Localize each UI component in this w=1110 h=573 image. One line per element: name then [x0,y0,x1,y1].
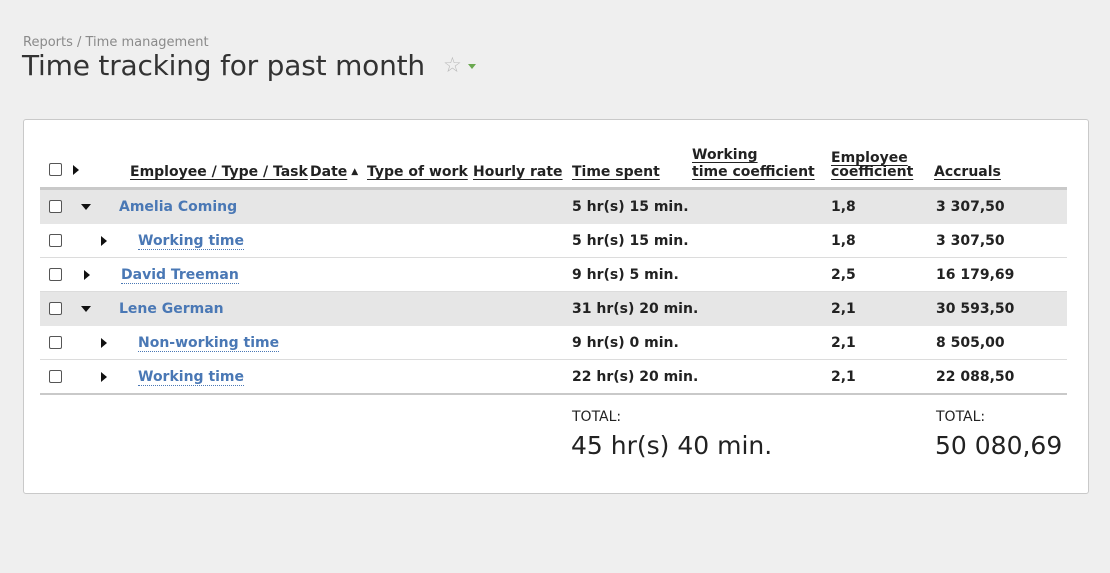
table-header: Employee / Type / Task Date ▲ Type of wor… [40,146,1067,190]
column-type-of-work[interactable]: Type of work [367,164,468,180]
report-table: Employee / Type / Task Date ▲ Type of wor… [40,146,1067,475]
column-working-coefficient-line1[interactable]: Working [692,147,758,163]
column-date[interactable]: Date ▲ [310,164,358,180]
accruals-cell: 16 179,69 [936,267,1015,283]
employee-link[interactable]: David Treeman [121,267,239,284]
column-employee-coefficient-line2[interactable]: coefficient [831,164,913,180]
time-spent-cell: 5 hr(s) 15 min. [572,199,689,215]
time-spent-cell: 5 hr(s) 15 min. [572,233,689,249]
employee-link[interactable]: Lene German [119,301,224,317]
table-row: Working time 22 hr(s) 20 min. 2,1 22 088… [40,360,1067,393]
expand-icon[interactable] [84,270,90,280]
column-hourly-rate[interactable]: Hourly rate [473,164,563,180]
accruals-cell: 30 593,50 [936,301,1015,317]
sort-ascending-icon: ▲ [351,167,359,177]
employee-link[interactable]: Amelia Coming [119,199,237,215]
collapse-icon[interactable] [81,306,91,312]
work-type-link[interactable]: Working time [138,369,245,386]
expand-all-icon[interactable] [73,165,79,175]
totals-row: TOTAL: 45 hr(s) 40 min. TOTAL: 50 080,69 [40,395,1067,475]
table-row: Lene German 31 hr(s) 20 min. 2,1 30 593,… [40,292,1067,326]
row-checkbox[interactable] [49,302,62,315]
expand-icon[interactable] [101,372,107,382]
time-total-value: 45 hr(s) 40 min. [571,431,773,460]
expand-icon[interactable] [101,338,107,348]
accruals-cell: 3 307,50 [936,233,1005,249]
column-time-spent[interactable]: Time spent [572,164,660,180]
accruals-cell: 22 088,50 [936,369,1015,385]
time-total-label: TOTAL: [572,409,622,425]
accruals-total-label: TOTAL: [936,409,986,425]
page-title: Time tracking for past month [22,49,425,82]
time-spent-cell: 31 hr(s) 20 min. [572,301,699,317]
accruals-cell: 8 505,00 [936,335,1005,351]
table-row: David Treeman 9 hr(s) 5 min. 2,5 16 179,… [40,258,1067,292]
accruals-cell: 3 307,50 [936,199,1005,215]
work-type-link[interactable]: Non-working time [138,335,280,352]
time-spent-cell: 9 hr(s) 0 min. [572,335,679,351]
breadcrumb: Reports / Time management [23,35,209,50]
table-row: Amelia Coming 5 hr(s) 15 min. 1,8 3 307,… [40,190,1067,224]
time-spent-cell: 22 hr(s) 20 min. [572,369,699,385]
table-row: Non-working time 9 hr(s) 0 min. 2,1 8 50… [40,326,1067,360]
row-checkbox[interactable] [49,370,62,383]
row-checkbox[interactable] [49,268,62,281]
report-panel: Employee / Type / Task Date ▲ Type of wor… [23,119,1089,494]
title-dropdown-caret-icon[interactable] [467,64,476,69]
row-checkbox[interactable] [49,200,62,213]
favorite-star-icon[interactable]: ☆ [443,55,462,76]
employee-coef-cell: 2,1 [831,369,856,385]
accruals-total-value: 50 080,69 [935,431,1063,460]
employee-coef-cell: 2,5 [831,267,856,283]
select-all-checkbox[interactable] [49,163,62,176]
work-type-link[interactable]: Working time [138,233,245,250]
employee-coef-cell: 1,8 [831,233,856,249]
employee-coef-cell: 2,1 [831,301,856,317]
row-checkbox[interactable] [49,336,62,349]
expand-icon[interactable] [101,236,107,246]
time-spent-cell: 9 hr(s) 5 min. [572,267,679,283]
employee-coef-cell: 2,1 [831,335,856,351]
column-date-label: Date [310,164,348,180]
title-row: Time tracking for past month ☆ [22,49,476,82]
column-accruals[interactable]: Accruals [934,164,1001,180]
table-row: Working time 5 hr(s) 15 min. 1,8 3 307,5… [40,224,1067,258]
column-employee[interactable]: Employee / Type / Task [130,164,308,180]
row-checkbox[interactable] [49,234,62,247]
employee-coef-cell: 1,8 [831,199,856,215]
collapse-icon[interactable] [81,204,91,210]
column-working-coefficient-line2[interactable]: time coefficient [692,164,815,180]
